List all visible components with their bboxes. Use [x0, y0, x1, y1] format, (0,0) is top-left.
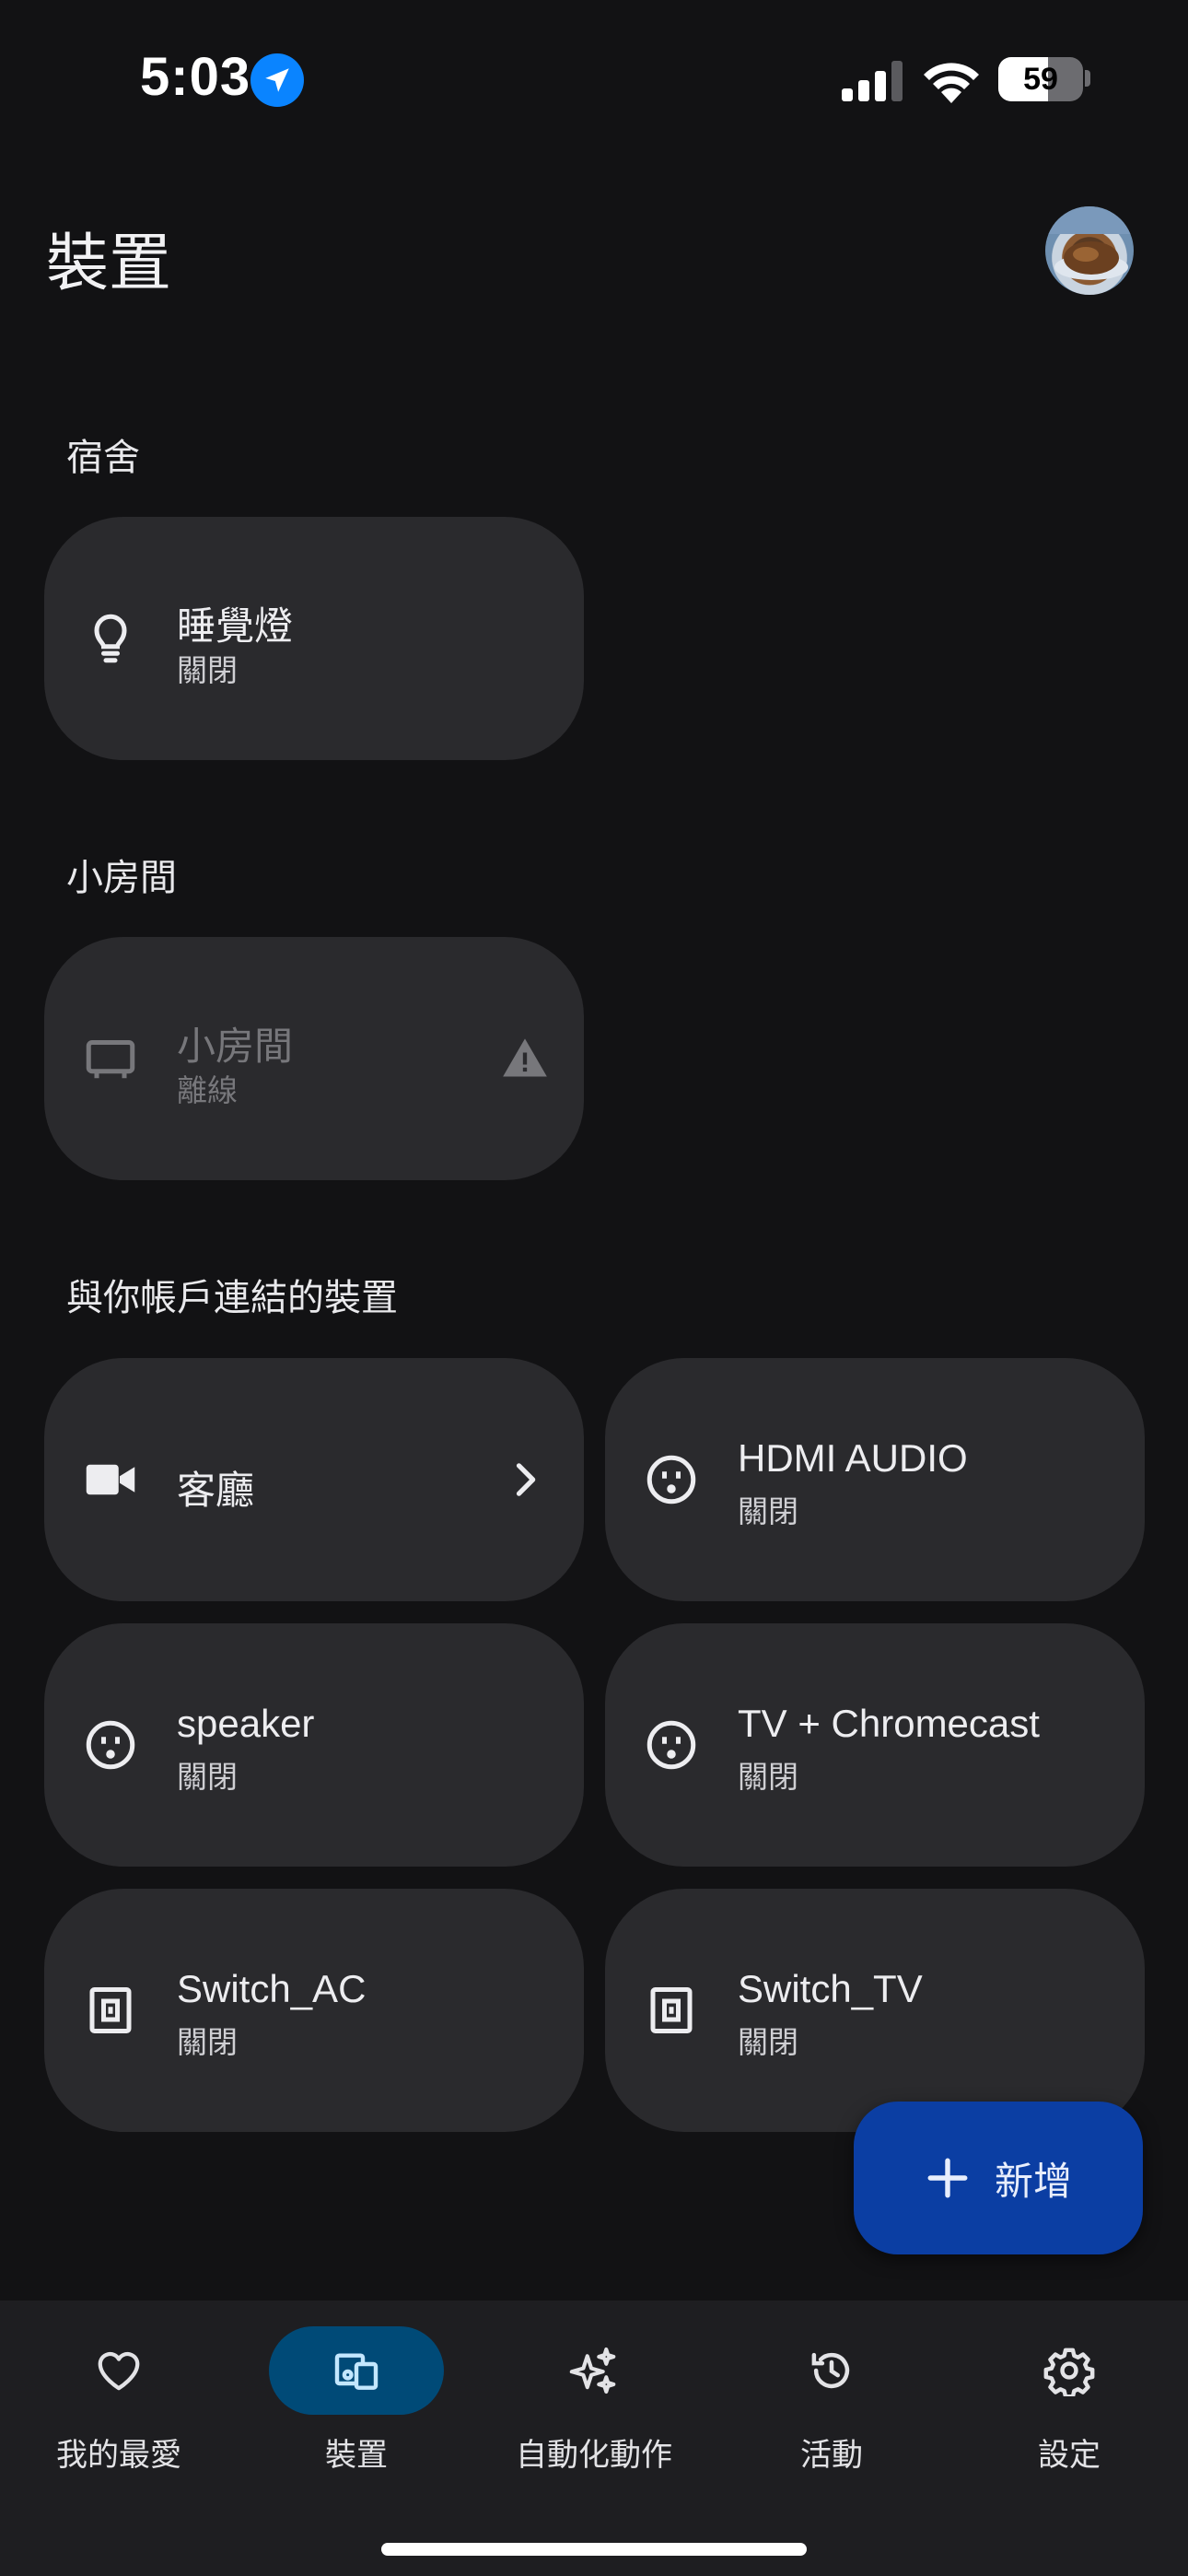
nav-label: 設定 — [1038, 2438, 1101, 2473]
nav-label: 裝置 — [325, 2438, 388, 2473]
home-indicator[interactable] — [381, 2543, 807, 2556]
heart-icon — [98, 2351, 140, 2391]
camera-icon — [86, 1464, 135, 1495]
device-tile-tv-chromecast[interactable]: TV + Chromecast 關閉 — [605, 1623, 1145, 1867]
device-tile-switch-tv[interactable]: Switch_TV 關閉 — [605, 1889, 1145, 2132]
device-name: TV + Chromecast — [738, 1702, 1040, 1745]
device-name: 睡覺燈 — [177, 604, 294, 648]
nav-icon-container — [507, 2326, 681, 2415]
battery-tip — [1085, 70, 1090, 87]
warning-icon — [503, 1038, 547, 1077]
gear-icon — [1043, 2348, 1095, 2396]
nav-label: 我的最愛 — [56, 2438, 181, 2473]
device-status: 關閉 — [738, 2025, 798, 2059]
sparkle-icon — [569, 2347, 616, 2395]
nav-item-favorites[interactable]: 我的最愛 — [0, 2301, 238, 2503]
device-status: 關閉 — [738, 1760, 798, 1794]
lightbulb-icon — [94, 614, 127, 663]
nav-label: 自動化動作 — [516, 2438, 672, 2473]
device-status: 離線 — [177, 1073, 238, 1107]
device-name: speaker — [177, 1702, 315, 1745]
wifi-icon — [924, 63, 979, 103]
device-tile-switch-ac[interactable]: Switch_AC 關閉 — [44, 1889, 584, 2132]
device-name: Switch_TV — [738, 1967, 923, 2010]
device-status: 關閉 — [738, 1494, 798, 1528]
location-arrow-icon — [250, 53, 304, 107]
add-device-button[interactable]: 新增 — [854, 2102, 1143, 2254]
nav-item-activity[interactable]: 活動 — [713, 2301, 950, 2503]
nav-icon-container — [31, 2326, 206, 2415]
device-tile-speaker[interactable]: speaker 關閉 — [44, 1623, 584, 1867]
outlet-icon — [646, 1455, 696, 1505]
bottom-navigation: 我的最愛 裝置 自動化動作 活動 設定 — [0, 2301, 1188, 2576]
section-title-dorm: 宿舍 — [66, 438, 140, 478]
outlet-icon — [646, 1720, 696, 1770]
switch-icon — [650, 1987, 693, 2033]
plus-icon — [927, 2158, 968, 2198]
nav-item-automations[interactable]: 自動化動作 — [475, 2301, 713, 2503]
nav-item-devices[interactable]: 裝置 — [238, 2301, 475, 2503]
device-status: 關閉 — [177, 2025, 238, 2059]
nav-item-settings[interactable]: 設定 — [950, 2301, 1188, 2503]
device-name: HDMI AUDIO — [738, 1436, 968, 1480]
devices-icon — [334, 2353, 379, 2390]
nav-icon-container — [982, 2326, 1157, 2415]
cellular-signal-icon — [842, 61, 903, 101]
section-title-linked-devices: 與你帳戶連結的裝置 — [66, 1278, 398, 1318]
section-title-small-room: 小房間 — [66, 858, 177, 898]
chevron-right-icon[interactable] — [501, 1456, 549, 1504]
device-tile-living-room[interactable]: 客廳 — [44, 1358, 584, 1601]
page-title: 裝置 — [46, 228, 172, 299]
switch-icon — [89, 1987, 132, 2033]
device-tile-small-room[interactable]: 小房間 離線 — [44, 937, 584, 1180]
device-name: 小房間 — [177, 1025, 294, 1068]
history-icon — [811, 2352, 850, 2389]
device-status: 關閉 — [177, 1760, 238, 1794]
status-time: 5:03 — [140, 47, 251, 107]
device-name: Switch_AC — [177, 1967, 367, 2010]
device-tile-hdmi-audio[interactable]: HDMI AUDIO 關閉 — [605, 1358, 1145, 1601]
nav-icon-container — [269, 2326, 444, 2415]
tv-icon — [86, 1040, 135, 1079]
nav-label: 活動 — [800, 2438, 863, 2473]
device-tile-sleep-lamp[interactable]: 睡覺燈 關閉 — [44, 517, 584, 760]
device-status: 關閉 — [177, 653, 238, 687]
add-device-label: 新增 — [994, 2159, 1072, 2203]
avatar[interactable] — [1045, 206, 1134, 295]
nav-icon-container — [744, 2326, 919, 2415]
avatar-photo — [1045, 206, 1134, 280]
outlet-icon — [86, 1720, 135, 1770]
battery-indicator: 59 — [998, 57, 1083, 101]
device-name: 客廳 — [177, 1469, 255, 1512]
battery-percent: 59 — [1023, 61, 1058, 97]
